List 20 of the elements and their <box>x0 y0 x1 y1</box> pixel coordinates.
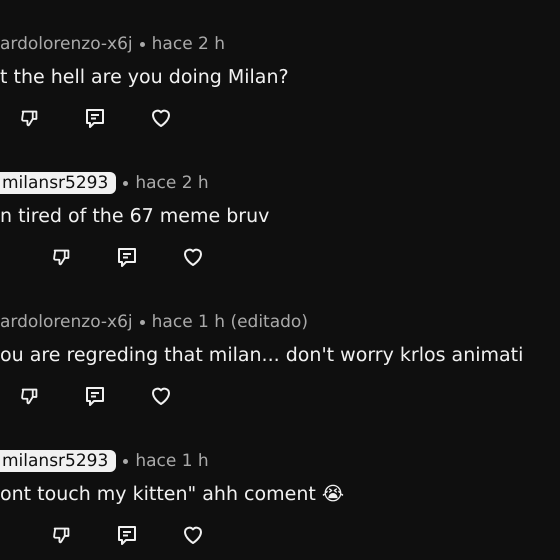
author-badge[interactable]: milansr5293 <box>0 172 116 194</box>
author-name[interactable]: ardolorenzo-x6j <box>0 312 133 332</box>
comment-text: ou are regreding that milan... don't worry krlos animati <box>0 343 524 368</box>
separator-dot <box>140 42 145 46</box>
reply-icon[interactable] <box>115 523 139 547</box>
comment-time: hace 1 h (editado) <box>152 312 308 332</box>
separator-dot <box>140 320 145 324</box>
reply-icon[interactable] <box>83 384 107 408</box>
author-name[interactable]: ardolorenzo-x6j <box>0 34 133 54</box>
reply-icon[interactable] <box>83 106 107 130</box>
comment-text: ont touch my kitten" ahh coment 😭 <box>0 482 346 507</box>
comment-time: hace 2 h <box>152 34 226 54</box>
comment-text: n tired of the 67 meme bruv <box>0 204 270 229</box>
comment-time: hace 1 h <box>135 451 209 471</box>
separator-dot <box>123 180 128 186</box>
author-badge[interactable]: milansr5293 <box>0 450 116 472</box>
comment-time: hace 2 h <box>135 173 209 193</box>
comment-text: t the hell are you doing Milan? <box>0 65 290 90</box>
reply-icon[interactable] <box>115 245 139 269</box>
separator-dot <box>123 458 128 464</box>
